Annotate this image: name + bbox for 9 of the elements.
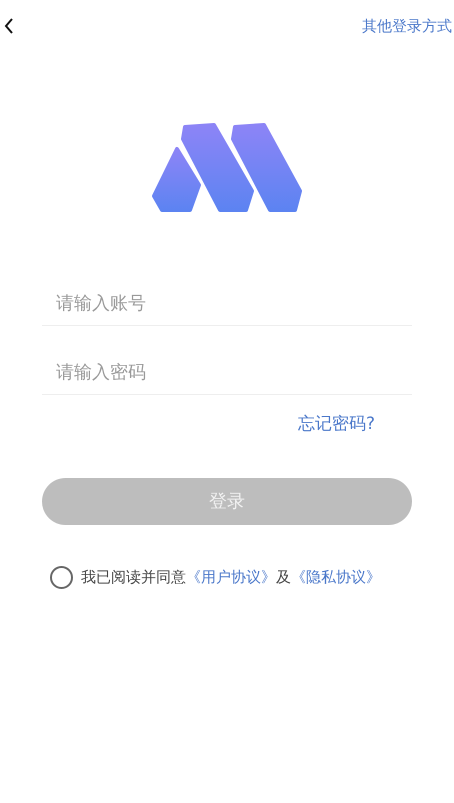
- agreement-text: 我已阅读并同意《用户协议》及《隐私协议》: [81, 566, 381, 588]
- other-login-link[interactable]: 其他登录方式: [362, 14, 452, 38]
- forgot-password-link[interactable]: 忘记密码?: [298, 412, 375, 438]
- input-field[interactable]: 请输入账号: [42, 281, 412, 326]
- logo-icon: [151, 122, 303, 214]
- input-field[interactable]: 请输入密码: [42, 350, 412, 395]
- agreement-link[interactable]: 《用户协议》: [186, 568, 276, 586]
- agree-checkbox[interactable]: [50, 566, 73, 588]
- agreement-link[interactable]: 《隐私协议》: [291, 568, 381, 586]
